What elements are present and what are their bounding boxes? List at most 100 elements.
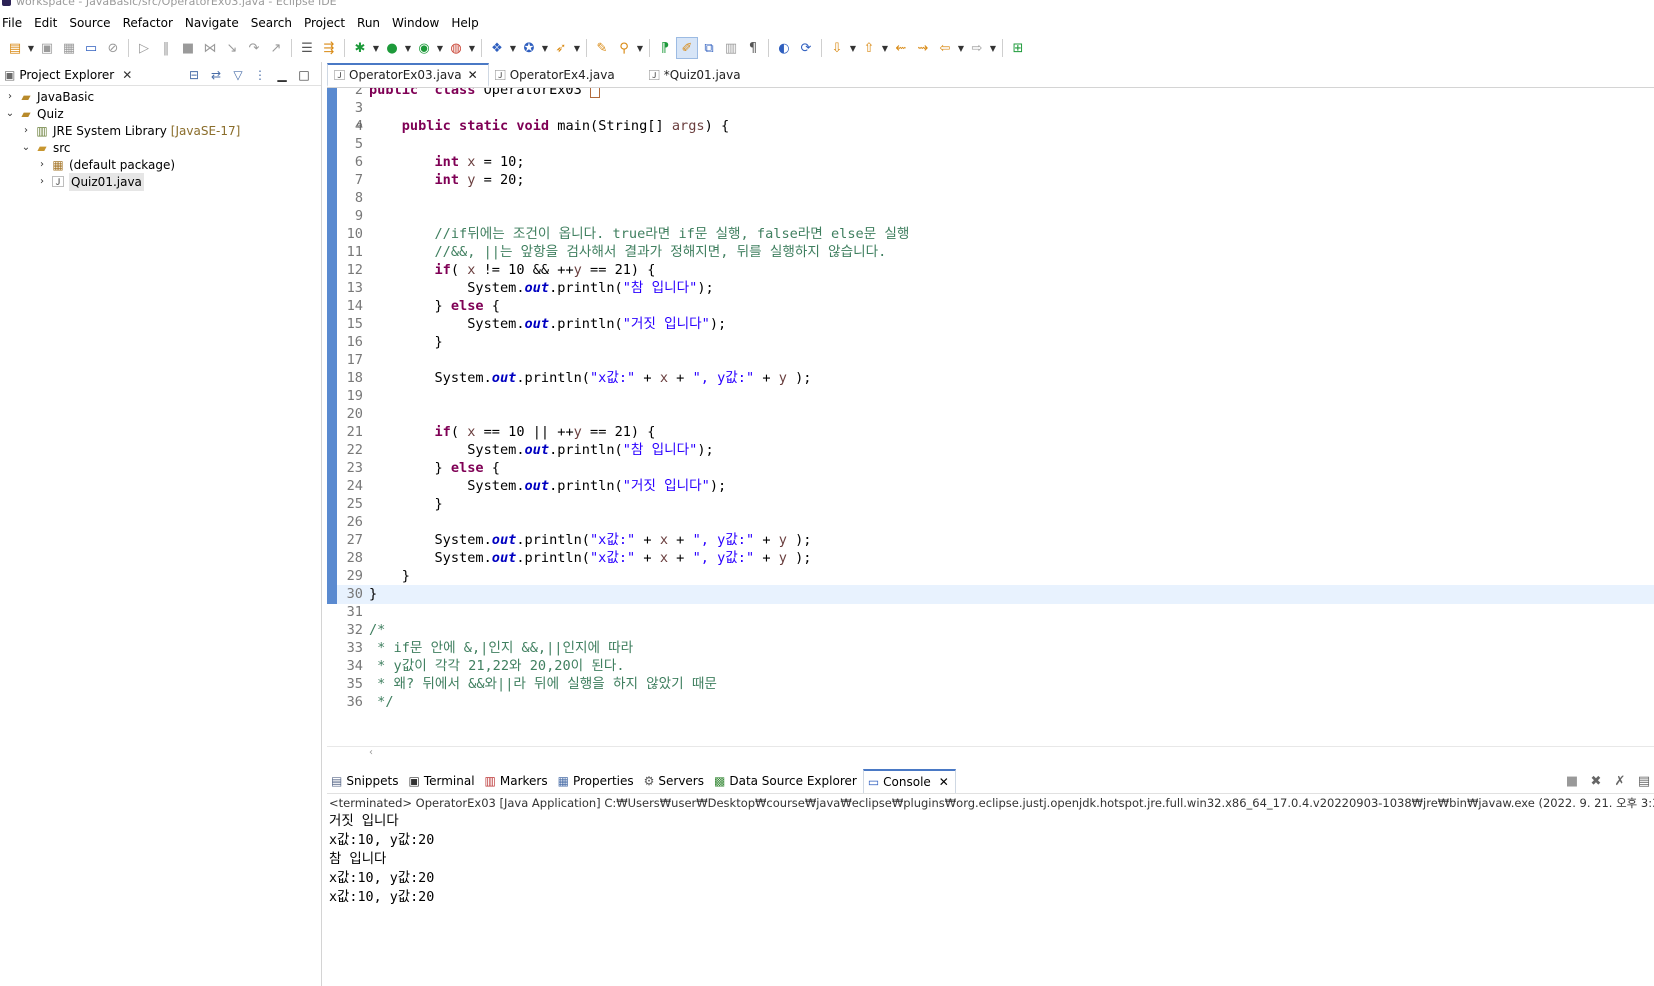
tab-quiz01[interactable]: 🄹 *Quiz01.java: [625, 63, 751, 87]
code-line[interactable]: 15 System.out.println("거짓 입니다");: [327, 315, 1654, 334]
code-line[interactable]: 30}: [327, 585, 1654, 604]
back-dropdown-icon[interactable]: ▼: [956, 44, 966, 53]
new-dropdown-icon[interactable]: ▼: [26, 44, 36, 53]
code-line[interactable]: 10 //if뒤에는 조건이 옵니다. true라면 if문 실행, false…: [327, 225, 1654, 244]
menu-navigate[interactable]: Navigate: [183, 14, 245, 32]
menu-file[interactable]: File: [0, 14, 28, 32]
sync-icon[interactable]: ⟳: [795, 37, 817, 59]
tree-item[interactable]: ⌄ ▰ src: [20, 139, 71, 157]
minimize-icon[interactable]: ▁: [273, 66, 291, 84]
code-line[interactable]: 6 int x = 10;: [327, 153, 1654, 172]
display-console-icon[interactable]: ▤: [1634, 772, 1654, 790]
open-terminal-icon[interactable]: ▭: [80, 37, 102, 59]
new-java-project-icon[interactable]: ❖: [486, 37, 508, 59]
code-line[interactable]: 25 }: [327, 495, 1654, 514]
tab-operatorex03[interactable]: 🄹 OperatorEx03.java ✕: [327, 63, 489, 87]
external-tools-icon[interactable]: ◍: [445, 37, 467, 59]
resume-icon[interactable]: ▷: [133, 37, 155, 59]
tree-item[interactable]: › ▥ JRE System Library [JavaSE-17]: [20, 122, 240, 140]
code-line[interactable]: 22 System.out.println("참 입니다");: [327, 441, 1654, 460]
step-return-icon[interactable]: ↗: [265, 37, 287, 59]
chevron-right-icon[interactable]: ›: [36, 173, 48, 191]
code-line[interactable]: 17: [327, 351, 1654, 370]
collapse-all-icon[interactable]: ⊟: [185, 66, 203, 84]
open-task-icon[interactable]: ✎: [591, 37, 613, 59]
code-editor[interactable]: 2 public class OperatorEx03 3 4 ⊖ public st…: [327, 88, 1654, 736]
code-line[interactable]: 14 } else {: [327, 297, 1654, 316]
previous-annotation-icon[interactable]: ⇧: [858, 37, 880, 59]
new-java-class-icon[interactable]: ✪: [518, 37, 540, 59]
menu-edit[interactable]: Edit: [32, 14, 63, 32]
menu-run[interactable]: Run: [355, 14, 386, 32]
code-line[interactable]: 27 System.out.println("x값:" + x + ", y값:…: [327, 531, 1654, 550]
tree-item[interactable]: › ▰ JavaBasic: [4, 88, 94, 106]
save-icon[interactable]: ▣: [36, 37, 58, 59]
horizontal-scrollbar[interactable]: ‹: [327, 746, 1654, 760]
tab-data-source-explorer[interactable]: ▩ Data Source Explorer: [710, 769, 863, 793]
toggle-word-wrap-icon[interactable]: ⧉: [698, 37, 720, 59]
chevron-down-icon[interactable]: ⌄: [4, 105, 16, 123]
menu-refactor[interactable]: Refactor: [121, 14, 179, 32]
menu-window[interactable]: Window: [390, 14, 445, 32]
tree-item[interactable]: › 🄹 Quiz01.java: [36, 173, 144, 191]
coverage-dropdown-icon[interactable]: ▼: [435, 44, 445, 53]
tab-servers[interactable]: ⚙ Servers: [640, 769, 710, 793]
tree-item[interactable]: ⌄ ▰ Quiz: [4, 105, 64, 123]
code-line[interactable]: 31: [327, 603, 1654, 622]
tab-markers[interactable]: ▥ Markers: [481, 769, 554, 793]
code-line[interactable]: 24 System.out.println("거짓 입니다");: [327, 477, 1654, 496]
new-java-class-dropdown-icon[interactable]: ▼: [540, 44, 550, 53]
coverage-icon[interactable]: ◉: [413, 37, 435, 59]
open-type-icon[interactable]: ➶: [550, 37, 572, 59]
code-line[interactable]: 8: [327, 189, 1654, 208]
link-with-editor-icon[interactable]: ⇄: [207, 66, 225, 84]
tab-properties[interactable]: ▦ Properties: [554, 769, 640, 793]
code-line[interactable]: 36 */: [327, 693, 1654, 712]
close-icon[interactable]: ✕: [122, 68, 132, 82]
new-icon[interactable]: ▤: [4, 37, 26, 59]
back-icon[interactable]: ⇦: [934, 37, 956, 59]
open-type-dropdown-icon[interactable]: ▼: [572, 44, 582, 53]
toggle-mark-occurrences-icon[interactable]: ✐: [676, 37, 698, 59]
scroll-left-icon[interactable]: ‹: [369, 747, 373, 758]
remove-launch-icon[interactable]: ✖: [1586, 772, 1606, 790]
close-icon[interactable]: ✕: [939, 775, 949, 789]
next-annotation-icon[interactable]: ⇩: [826, 37, 848, 59]
code-line[interactable]: 9: [327, 207, 1654, 226]
tab-terminal[interactable]: ▣ Terminal: [404, 769, 480, 793]
code-line[interactable]: 23 } else {: [327, 459, 1654, 478]
filter-icon[interactable]: ▽: [229, 66, 247, 84]
tab-project-explorer[interactable]: ▣ Project Explorer ✕: [0, 64, 132, 86]
code-line[interactable]: 33 * if문 안에 &,|인지 &&,||인지에 따라: [327, 639, 1654, 658]
run-dropdown-icon[interactable]: ▼: [403, 44, 413, 53]
code-line[interactable]: 28 System.out.println("x값:" + x + ", y값:…: [327, 549, 1654, 568]
chevron-right-icon[interactable]: ›: [4, 88, 16, 106]
code-line[interactable]: 18 System.out.println("x값:" + x + ", y값:…: [327, 369, 1654, 388]
next-annotation-dropdown-icon[interactable]: ▼: [848, 44, 858, 53]
terminate-icon[interactable]: ■: [177, 37, 199, 59]
debug-icon[interactable]: ✱: [349, 37, 371, 59]
step-into-icon[interactable]: ↘: [221, 37, 243, 59]
tab-console[interactable]: ▭ Console ✕: [862, 768, 956, 793]
code-line[interactable]: 20: [327, 405, 1654, 424]
console-output[interactable]: 거짓 입니다 x값:10, y값:20 참 입니다 x값:10, y값:20 x값:10…: [327, 812, 1654, 907]
menu-source[interactable]: Source: [67, 14, 116, 32]
chevron-right-icon[interactable]: ›: [20, 122, 32, 140]
forward-dropdown-icon[interactable]: ▼: [988, 44, 998, 53]
chevron-right-icon[interactable]: ›: [36, 156, 48, 174]
code-line[interactable]: 34 * y값이 각각 21,22와 20,20이 된다.: [327, 657, 1654, 676]
menu-project[interactable]: Project: [302, 14, 351, 32]
skip-breakpoints-icon[interactable]: ⊘: [102, 37, 124, 59]
code-line[interactable]: 13 System.out.println("참 입니다");: [327, 279, 1654, 298]
toggle-breadcrumb-icon[interactable]: ⁋: [654, 37, 676, 59]
tree-item[interactable]: › ▦ (default package): [36, 156, 175, 174]
tab-operatorex4[interactable]: 🄹 OperatorEx4.java: [489, 63, 625, 87]
menu-search[interactable]: Search: [249, 14, 298, 32]
forward-icon[interactable]: ⇨: [966, 37, 988, 59]
search-dropdown-icon[interactable]: ▼: [635, 44, 645, 53]
use-step-filters-icon[interactable]: ⇶: [318, 37, 340, 59]
remove-all-terminated-icon[interactable]: ✗: [1610, 772, 1630, 790]
code-line[interactable]: 35 * 왜? 뒤에서 &&와||라 뒤에 실행을 하지 않았기 때문: [327, 675, 1654, 694]
code-line[interactable]: 3: [327, 99, 1654, 118]
disconnect-icon[interactable]: ⋈: [199, 37, 221, 59]
